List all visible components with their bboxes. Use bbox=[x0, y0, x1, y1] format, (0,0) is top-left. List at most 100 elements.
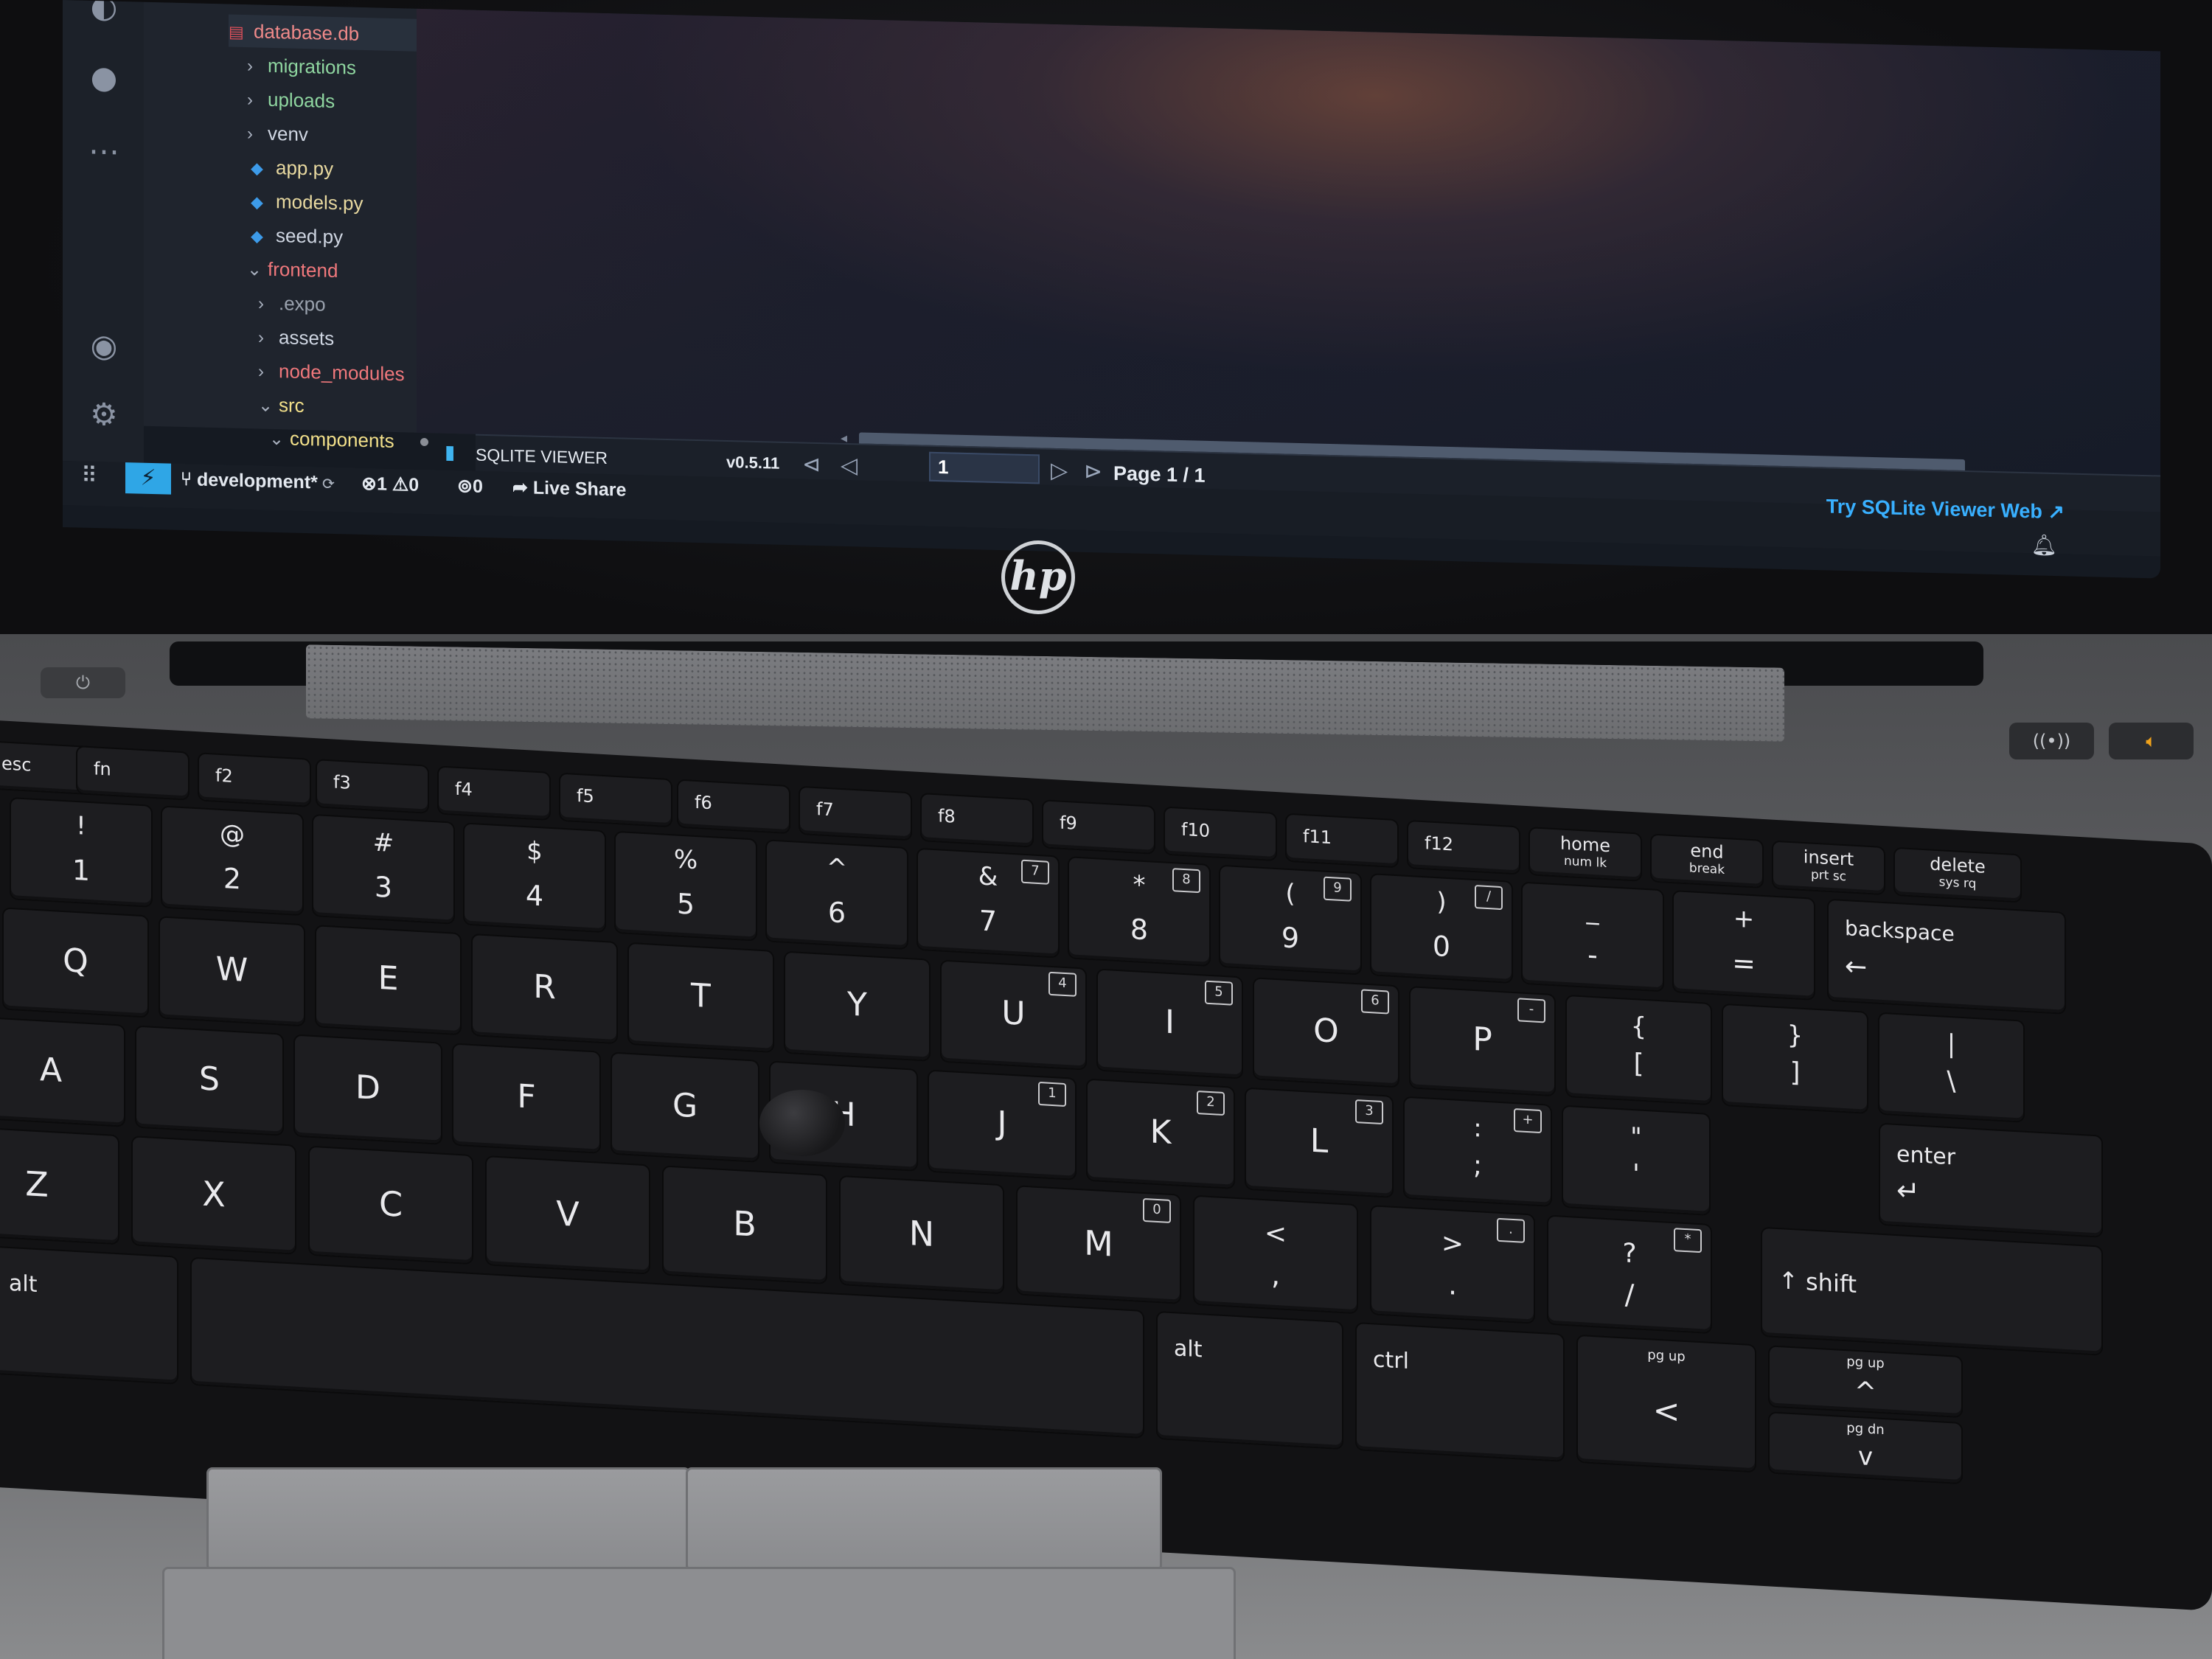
key-alt-left[interactable]: alt bbox=[0, 1247, 177, 1383]
try-sqlite-viewer-web-link[interactable]: Try SQLite Viewer Web ↗ bbox=[1826, 495, 2065, 524]
wireless-button[interactable]: ((•)) bbox=[2009, 723, 2094, 759]
key-home[interactable]: home num lk bbox=[1530, 828, 1641, 880]
key-u[interactable]: U4 bbox=[942, 961, 1085, 1069]
key-2[interactable]: @2 bbox=[162, 807, 302, 915]
key-f9[interactable]: f9 bbox=[1043, 801, 1154, 853]
last-page-icon[interactable]: ⊳ bbox=[1084, 459, 1102, 485]
key-arrow-down[interactable]: v pg dn bbox=[1770, 1413, 1961, 1483]
key-m[interactable]: M0 bbox=[1018, 1186, 1180, 1303]
key-enter[interactable]: enter ↵ bbox=[1880, 1124, 2101, 1237]
key-fn[interactable]: fn bbox=[77, 747, 188, 799]
key-s[interactable]: S bbox=[136, 1026, 282, 1135]
key-period[interactable]: >.. bbox=[1371, 1206, 1534, 1323]
key-f8[interactable]: f8 bbox=[922, 794, 1032, 846]
key-f7[interactable]: f7 bbox=[800, 787, 911, 840]
notification-bell-icon[interactable]: 🔔︎ bbox=[2031, 532, 2057, 557]
prev-page-icon[interactable]: ◁ bbox=[841, 453, 858, 479]
tree-item-migrations[interactable]: › migrations bbox=[247, 49, 356, 84]
git-branch-item[interactable]: ⑂ development* ⟳ bbox=[181, 464, 334, 498]
next-page-icon[interactable]: ▷ bbox=[1051, 458, 1068, 484]
key-t[interactable]: T bbox=[629, 943, 773, 1051]
key-z[interactable]: Z bbox=[0, 1127, 118, 1244]
key-5[interactable]: % 5 bbox=[616, 832, 756, 940]
key-alt-right[interactable]: alt bbox=[1158, 1312, 1342, 1448]
key-j[interactable]: J1 bbox=[929, 1071, 1075, 1179]
key-r[interactable]: R bbox=[473, 935, 616, 1043]
key-arrow-left[interactable]: < pg up bbox=[1578, 1335, 1755, 1472]
key-slash[interactable]: ? / * bbox=[1548, 1216, 1711, 1332]
key-f5[interactable]: f5 bbox=[560, 773, 671, 827]
key-i[interactable]: I5 bbox=[1098, 970, 1242, 1078]
key-b[interactable]: B bbox=[664, 1166, 826, 1283]
key-insert[interactable]: insert prt sc bbox=[1773, 841, 1884, 894]
key-e[interactable]: E bbox=[316, 926, 460, 1034]
extensions-icon[interactable]: ◐ bbox=[85, 0, 123, 27]
key-symbol[interactable]: + = bbox=[1674, 891, 1814, 999]
key-backspace[interactable]: backspace ← bbox=[1829, 900, 2065, 1013]
key-symbol-0[interactable]: {[ bbox=[1567, 996, 1711, 1104]
key-symbol-1[interactable]: }] bbox=[1723, 1004, 1867, 1113]
key-v[interactable]: V bbox=[487, 1157, 649, 1273]
key-3[interactable]: #3 bbox=[313, 815, 453, 923]
key-delete[interactable]: delete sys rq bbox=[1895, 848, 2020, 902]
key-x[interactable]: X bbox=[133, 1137, 295, 1253]
power-button[interactable]: ⏻ bbox=[41, 667, 125, 698]
key-q[interactable]: Q bbox=[4, 908, 147, 1017]
key-d[interactable]: D bbox=[295, 1035, 441, 1144]
key-k[interactable]: K2 bbox=[1088, 1079, 1234, 1188]
key-f3[interactable]: f3 bbox=[317, 760, 428, 813]
mute-button[interactable]: 🔈︎ bbox=[2109, 723, 2194, 759]
ports-item[interactable]: ⊚0 bbox=[457, 470, 483, 502]
trackpoint-nub[interactable] bbox=[759, 1090, 845, 1156]
remote-indicator-button[interactable]: ⚡ bbox=[125, 462, 171, 495]
touchpad-left-button[interactable] bbox=[206, 1467, 690, 1571]
tree-item-uploads[interactable]: › uploads bbox=[247, 83, 335, 117]
key-ctrl-right[interactable]: ctrl bbox=[1357, 1324, 1563, 1461]
key-arrow-up[interactable]: ^ pg up bbox=[1770, 1346, 1961, 1416]
key-4[interactable]: $4 bbox=[465, 824, 605, 932]
tree-item-expo[interactable]: › .expo bbox=[258, 286, 326, 320]
key-symbol[interactable]: _ - bbox=[1523, 883, 1663, 991]
key-1[interactable]: ! 1 bbox=[11, 799, 151, 906]
key-o[interactable]: O6 bbox=[1254, 978, 1398, 1087]
touchpad[interactable] bbox=[162, 1567, 1236, 1659]
key-0[interactable]: ) 0/ bbox=[1371, 874, 1512, 982]
key-y[interactable]: Y bbox=[785, 952, 929, 1060]
key-semicolon[interactable]: :; + bbox=[1405, 1097, 1551, 1206]
key-a[interactable]: A bbox=[0, 1018, 124, 1126]
apps-grid-icon[interactable]: ⠿ bbox=[81, 463, 97, 490]
key-quote[interactable]: " ' bbox=[1563, 1106, 1709, 1214]
key-c[interactable]: C bbox=[310, 1147, 472, 1264]
key-f12[interactable]: f12 bbox=[1408, 821, 1519, 874]
live-share-button[interactable]: ➦ Live Share bbox=[512, 472, 626, 506]
page-number-input[interactable] bbox=[929, 451, 1040, 484]
key-comma[interactable]: <, bbox=[1194, 1196, 1357, 1313]
key-n[interactable]: N bbox=[841, 1176, 1003, 1293]
key-symbol-2[interactable]: | \ bbox=[1879, 1013, 2023, 1121]
key-f2[interactable]: f2 bbox=[199, 754, 310, 806]
key-g[interactable]: G bbox=[612, 1053, 758, 1161]
key-8[interactable]: * 8 8 bbox=[1069, 858, 1209, 965]
github-icon[interactable]: ● bbox=[85, 58, 123, 97]
first-page-icon[interactable]: ⊲ bbox=[802, 452, 821, 479]
key-9[interactable]: (9 9 bbox=[1220, 866, 1360, 974]
key-p[interactable]: P- bbox=[1411, 987, 1554, 1096]
more-actions-icon[interactable]: ⋯ bbox=[85, 132, 123, 171]
key-f11[interactable]: f11 bbox=[1287, 814, 1397, 867]
key-7[interactable]: & 7 7 bbox=[918, 849, 1058, 957]
settings-gear-icon[interactable]: ⚙ bbox=[85, 395, 123, 434]
key-w[interactable]: W bbox=[160, 917, 304, 1026]
problems-item[interactable]: ⊗1 ⚠0 bbox=[361, 468, 419, 501]
account-icon[interactable]: ◉ bbox=[85, 327, 123, 366]
key-f6[interactable]: f6 bbox=[678, 780, 789, 833]
tree-item-venv[interactable]: › venv bbox=[247, 116, 308, 150]
key-l[interactable]: L3 bbox=[1246, 1088, 1392, 1197]
key-f10[interactable]: f10 bbox=[1165, 807, 1276, 860]
tree-item-assets[interactable]: › assets bbox=[258, 320, 334, 355]
tree-item-seed-py[interactable]: ◆ seed.py bbox=[251, 218, 343, 253]
key-end[interactable]: end break bbox=[1652, 835, 1762, 887]
key-f4[interactable]: f4 bbox=[439, 767, 549, 819]
key-6[interactable]: ^ 6 bbox=[767, 841, 907, 949]
key-shift-right[interactable]: ↑ shift bbox=[1762, 1228, 2101, 1354]
key-f[interactable]: F bbox=[453, 1044, 599, 1152]
